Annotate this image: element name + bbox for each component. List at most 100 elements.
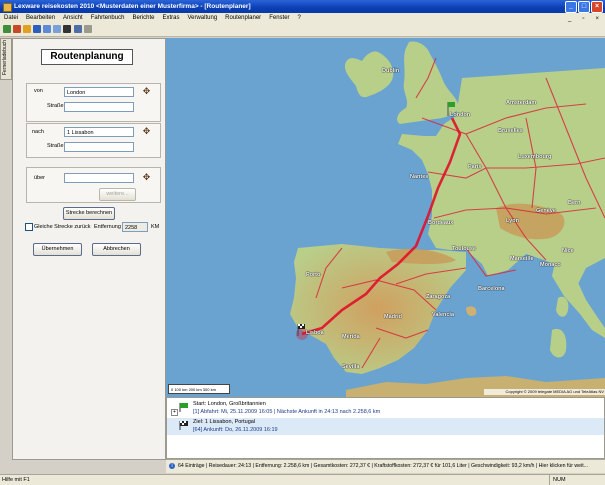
city-label: London [450,112,471,118]
accept-button[interactable]: Übernehmen [33,243,82,256]
app-icon [3,3,12,12]
from-input[interactable]: London [64,87,134,97]
via-picker-icon[interactable]: ✥ [141,173,152,182]
route-panel: Routenplanung von London ✥ Straße nach 1… [12,38,166,460]
side-tab[interactable]: Fernerladebuch [0,38,12,80]
land-sardinia [550,328,567,358]
city-label: Valencia [432,312,455,318]
city-label: Nice [562,248,574,254]
city-label: Genève [536,208,556,214]
route-map[interactable]: Dublin London Amsterdam Bruxelles Luxemb… [166,38,605,397]
city-label: Porto [306,272,321,278]
from-group: von London ✥ Straße [26,83,161,122]
menu-item-ansicht[interactable]: Ansicht [59,13,87,23]
land-mallorca [466,306,477,316]
city-label: Paris [468,164,482,170]
land-corsica [556,296,569,317]
stage-detail: [1] Abfahrt: Mi, 25.11.2009 16:05 | Näch… [193,409,381,415]
city-label: Mérida [342,334,360,340]
back-icon[interactable] [43,25,51,33]
same-route-label: Gleiche Strecke zurück [34,224,91,230]
route-summary[interactable]: i 64 Einträge | Reisedauer: 24:13 | Entfe… [166,459,605,473]
via-input[interactable] [64,173,134,183]
city-label: Lyon [506,218,519,224]
city-label: Dublin [382,68,400,74]
city-label: Zaragoza [426,294,451,300]
menu-item-routenplaner[interactable]: Routenplaner [221,13,265,23]
map-copyright: Copyright © 2009 telegate MEDIA AG und T… [484,389,605,395]
menu-bar: Datei Bearbeiten Ansicht Fahrtenbuch Bericht… [0,13,605,23]
stage-row[interactable]: Ziel: 1 Lissabon, Portugal [64] Ankunft:… [167,418,604,435]
city-label: Barcelona [478,286,505,292]
forward-icon[interactable] [53,25,61,33]
city-label: Madrid [384,314,403,320]
city-label: Monaco [540,262,561,268]
to-input[interactable]: 1 Lissabon [64,127,134,137]
start-flag-icon [179,403,188,412]
stage-title: Start: London, Großbritannien [193,401,266,407]
calc-route-button[interactable]: Strecke berechnen [63,207,115,220]
city-label: Nantes [410,174,429,180]
city-label: Bern [568,200,581,206]
summary-text: 64 Einträge | Reisedauer: 24:13 | Entfer… [178,463,588,469]
to-picker-icon[interactable]: ✥ [141,127,152,136]
toolbar [0,23,605,37]
route-icon[interactable] [23,25,31,33]
distance-label: Entfernung [94,224,121,230]
distance-field: 2258 [122,222,148,232]
stage-title: Ziel: 1 Lissabon, Portugal [193,419,256,425]
close-icon[interactable]: × [591,1,603,13]
window-title: Lexware reisekosten 2010 <Musterdaten ei… [14,3,251,10]
menu-item-extras[interactable]: Extras [158,13,183,23]
more-button[interactable]: weitere... [99,188,136,201]
new-icon[interactable] [3,25,11,33]
via-group: über ✥ weitere... [26,167,161,203]
same-route-checkbox[interactable] [25,223,33,231]
to-label: nach [32,129,44,135]
city-label: Sevilla [342,364,360,370]
city-label: Marseille [510,256,534,262]
via-label: über [34,175,46,181]
to-street-input[interactable] [64,142,134,152]
print-icon[interactable] [33,25,41,33]
layout-icon[interactable] [84,25,92,33]
map-canvas [290,41,605,397]
stop-icon[interactable] [63,25,71,33]
from-picker-icon[interactable]: ✥ [141,87,152,96]
from-street-input[interactable] [64,102,134,112]
menu-item-datei[interactable]: Datei [0,13,22,23]
menu-item-berichte[interactable]: Berichte [128,13,158,23]
map-scale: 0 100 km 200 km 300 km [168,384,230,394]
distance-unit: KM [151,224,160,230]
land-ireland [344,51,394,98]
city-label: Amsterdam [506,100,537,106]
from-label: von [34,88,43,94]
cancel-button[interactable]: Abbrechen [92,243,141,256]
from-street-label: Straße [47,103,64,109]
minimize-icon[interactable]: _ [565,1,577,13]
city-label: Lisboa [306,330,324,336]
title-bar: Lexware reisekosten 2010 <Musterdaten ei… [0,0,605,13]
menu-item-fenster[interactable]: Fenster [265,13,293,23]
menu-item-bearbeiten[interactable]: Bearbeiten [22,13,59,23]
menu-item-help[interactable]: ? [294,13,305,23]
expand-icon[interactable]: + [171,409,178,416]
menu-item-verwaltung[interactable]: Verwaltung [183,13,221,23]
city-label: Bordeaux [428,220,454,226]
finish-flag-icon [179,421,188,430]
city-label: Luxembourg [518,154,552,160]
route-stages: + Start: London, Großbritannien [1] Abfa… [166,397,605,459]
page-title: Routenplanung [41,49,133,65]
stage-detail: [64] Ankunft: Do, 26.11.2009 16:19 [193,427,278,433]
side-tab-label: Fernerladebuch [2,39,8,75]
stage-row[interactable]: + Start: London, Großbritannien [1] Abfa… [167,400,604,417]
open-icon[interactable] [13,25,21,33]
menu-item-fahrtenbuch[interactable]: Fahrtenbuch [87,13,129,23]
status-bar: Hilfe mit F1 NUM [0,474,605,485]
to-street-label: Straße [47,143,64,149]
window-icon[interactable] [74,25,82,33]
maximize-icon[interactable]: □ [578,1,590,13]
info-icon: i [169,462,175,469]
city-label: Toulouse [452,246,477,252]
to-group: nach 1 Lissabon ✥ Straße [26,123,161,158]
